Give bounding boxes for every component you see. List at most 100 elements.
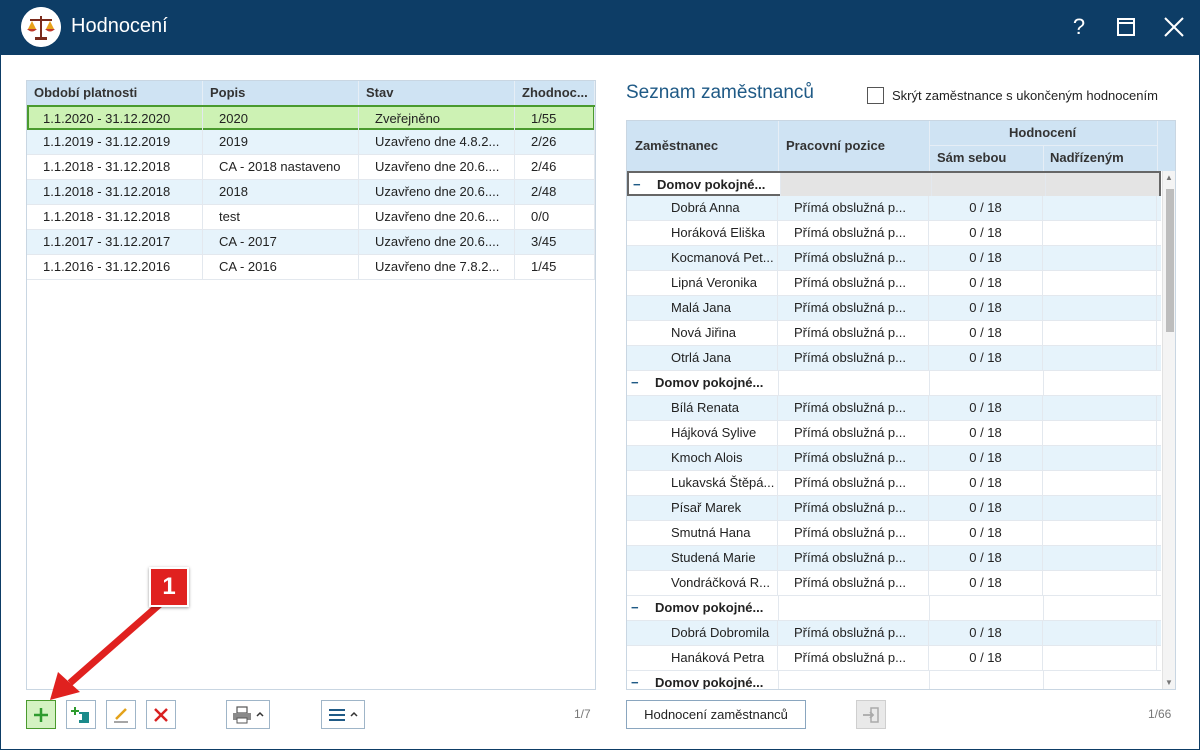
cell-name: Otrlá Jana bbox=[627, 346, 778, 370]
cell-self: 0 / 18 bbox=[929, 196, 1043, 220]
enter-button[interactable] bbox=[856, 700, 886, 729]
cell-name: Malá Jana bbox=[627, 296, 778, 320]
employee-row[interactable]: Hájková Sylive Přímá obslužná p... 0 / 18 bbox=[627, 421, 1161, 446]
cell-supervisor bbox=[1043, 621, 1157, 645]
employee-row[interactable]: Smutná Hana Přímá obslužná p... 0 / 18 bbox=[627, 521, 1161, 546]
period-row[interactable]: 1.1.2017 - 31.12.2017 CA - 2017 Uzavřeno d… bbox=[27, 230, 595, 255]
period-row[interactable]: 1.1.2016 - 31.12.2016 CA - 2016 Uzavřeno d… bbox=[27, 255, 595, 280]
scales-logo-icon bbox=[21, 7, 61, 47]
chevron-up-icon bbox=[255, 711, 264, 717]
periods-grid: Období platnosti Popis Stav Zhodnoc... 1… bbox=[26, 80, 596, 690]
cell-period: 1.1.2018 - 31.12.2018 bbox=[27, 155, 203, 179]
employee-row[interactable]: Lukavská Štěpá... Přímá obslužná p... 0 / … bbox=[627, 471, 1161, 496]
cell-self: 0 / 18 bbox=[929, 421, 1043, 445]
cell-self: 0 / 18 bbox=[929, 571, 1043, 595]
period-row[interactable]: 1.1.2018 - 31.12.2018 test Uzavřeno dne 20… bbox=[27, 205, 595, 230]
employees-grid: Zaměstnanec Pracovní pozice Hodnocení Sá… bbox=[626, 120, 1176, 690]
col-self[interactable]: Sám sebou bbox=[937, 150, 1006, 165]
employee-row[interactable]: Dobrá Anna Přímá obslužná p... 0 / 18 bbox=[627, 196, 1161, 221]
cell-desc: 2018 bbox=[203, 180, 359, 204]
employees-counter: 1/66 bbox=[1148, 707, 1172, 721]
add-button[interactable] bbox=[26, 700, 56, 729]
group-fill bbox=[780, 173, 1159, 196]
print-button[interactable] bbox=[226, 700, 270, 729]
scroll-up-icon[interactable]: ▲ bbox=[1165, 173, 1173, 182]
employee-row[interactable]: Hanáková Petra Přímá obslužná p... 0 / 18 bbox=[627, 646, 1161, 671]
col-employee[interactable]: Zaměstnanec bbox=[635, 138, 718, 153]
copy-add-icon bbox=[71, 706, 89, 723]
employee-row[interactable]: Malá Jana Přímá obslužná p... 0 / 18 bbox=[627, 296, 1161, 321]
cell-self: 0 / 18 bbox=[929, 346, 1043, 370]
menu-icon bbox=[328, 708, 345, 721]
cell-self: 0 / 18 bbox=[929, 521, 1043, 545]
col-position[interactable]: Pracovní pozice bbox=[786, 138, 885, 153]
edit-button[interactable] bbox=[106, 700, 136, 729]
cell-score: 3/45 bbox=[515, 230, 595, 254]
employee-row[interactable]: Dobrá Dobromila Přímá obslužná p... 0 / 18 bbox=[627, 621, 1161, 646]
group-row[interactable]: − Domov pokojné... bbox=[627, 596, 1161, 621]
col-score[interactable]: Zhodnoc... bbox=[515, 81, 595, 105]
cell-self: 0 / 18 bbox=[929, 246, 1043, 270]
collapse-icon[interactable]: − bbox=[633, 173, 641, 197]
scroll-down-icon[interactable]: ▼ bbox=[1165, 678, 1173, 687]
hide-finished-checkbox[interactable] bbox=[867, 87, 884, 104]
group-name: Domov pokojné... bbox=[655, 675, 764, 690]
col-rating: Hodnocení bbox=[1009, 125, 1077, 140]
employee-rating-button[interactable]: Hodnocení zaměstnanců bbox=[626, 700, 806, 729]
cell-self: 0 / 18 bbox=[929, 271, 1043, 295]
col-period[interactable]: Období platnosti bbox=[27, 81, 203, 105]
employee-row[interactable]: Horáková Eliška Přímá obslužná p... 0 / 18 bbox=[627, 221, 1161, 246]
cell-self: 0 / 18 bbox=[929, 296, 1043, 320]
collapse-icon[interactable]: − bbox=[631, 596, 639, 620]
group-name: Domov pokojné... bbox=[657, 177, 766, 192]
employees-grid-header: Zaměstnanec Pracovní pozice Hodnocení Sá… bbox=[627, 121, 1175, 171]
cell-supervisor bbox=[1043, 271, 1157, 295]
menu-button[interactable] bbox=[321, 700, 365, 729]
cell-position: Přímá obslužná p... bbox=[778, 646, 929, 670]
employees-scrollbar[interactable]: ▲ ▼ bbox=[1162, 171, 1175, 689]
copy-add-button[interactable] bbox=[66, 700, 96, 729]
employee-row[interactable]: Bílá Renata Přímá obslužná p... 0 / 18 bbox=[627, 396, 1161, 421]
employee-row[interactable]: Písař Marek Přímá obslužná p... 0 / 18 bbox=[627, 496, 1161, 521]
cell-period: 1.1.2019 - 31.12.2019 bbox=[27, 130, 203, 154]
col-supervisor[interactable]: Nadřízeným bbox=[1050, 150, 1124, 165]
cell-desc: 2019 bbox=[203, 130, 359, 154]
col-state[interactable]: Stav bbox=[359, 81, 515, 105]
employee-row[interactable]: Studená Marie Přímá obslužná p... 0 / 18 bbox=[627, 546, 1161, 571]
collapse-icon[interactable]: − bbox=[631, 371, 639, 395]
maximize-button[interactable] bbox=[1108, 10, 1144, 44]
col-description[interactable]: Popis bbox=[203, 81, 359, 105]
help-button[interactable]: ? bbox=[1061, 10, 1097, 44]
group-row[interactable]: − Domov pokojné... bbox=[627, 371, 1161, 396]
period-row[interactable]: 1.1.2018 - 31.12.2018 2018 Uzavřeno dne 20… bbox=[27, 180, 595, 205]
cell-self: 0 / 18 bbox=[929, 471, 1043, 495]
group-row[interactable]: − Domov pokojné... bbox=[627, 171, 1161, 197]
cell-state: Uzavřeno dne 7.8.2... bbox=[359, 255, 515, 279]
cell-position: Přímá obslužná p... bbox=[778, 196, 929, 220]
employee-row[interactable]: Otrlá Jana Přímá obslužná p... 0 / 18 bbox=[627, 346, 1161, 371]
scrollbar-thumb[interactable] bbox=[1166, 189, 1174, 332]
period-row[interactable]: 1.1.2020 - 31.12.2020 2020 Zveřejněno 1/55 bbox=[27, 105, 595, 131]
cell-score: 1/55 bbox=[515, 107, 595, 131]
employee-row[interactable]: Nová Jiřina Přímá obslužná p... 0 / 18 bbox=[627, 321, 1161, 346]
cell-supervisor bbox=[1043, 521, 1157, 545]
employee-row[interactable]: Vondráčková R... Přímá obslužná p... 0 / 1… bbox=[627, 571, 1161, 596]
delete-button[interactable] bbox=[146, 700, 176, 729]
close-button[interactable] bbox=[1156, 10, 1192, 44]
cell-score: 2/48 bbox=[515, 180, 595, 204]
cell-supervisor bbox=[1043, 471, 1157, 495]
hide-finished-label[interactable]: Skrýt zaměstnance s ukončeným hodnocením bbox=[892, 88, 1158, 103]
collapse-icon[interactable]: − bbox=[631, 671, 639, 689]
title-bar: Hodnocení ? bbox=[0, 0, 1200, 55]
group-name: Domov pokojné... bbox=[655, 600, 764, 615]
period-row[interactable]: 1.1.2018 - 31.12.2018 CA - 2018 nastaveno… bbox=[27, 155, 595, 180]
employee-row[interactable]: Kmoch Alois Přímá obslužná p... 0 / 18 bbox=[627, 446, 1161, 471]
employee-row[interactable]: Lipná Veronika Přímá obslužná p... 0 / 18 bbox=[627, 271, 1161, 296]
period-row[interactable]: 1.1.2019 - 31.12.2019 2019 Uzavřeno dne 4.… bbox=[27, 130, 595, 155]
cell-position: Přímá obslužná p... bbox=[778, 446, 929, 470]
group-row[interactable]: − Domov pokojné... bbox=[627, 671, 1161, 690]
cell-position: Přímá obslužná p... bbox=[778, 396, 929, 420]
cell-self: 0 / 18 bbox=[929, 396, 1043, 420]
cell-desc: CA - 2018 nastaveno bbox=[203, 155, 359, 179]
employee-row[interactable]: Kocmanová Pet... Přímá obslužná p... 0 / 1… bbox=[627, 246, 1161, 271]
